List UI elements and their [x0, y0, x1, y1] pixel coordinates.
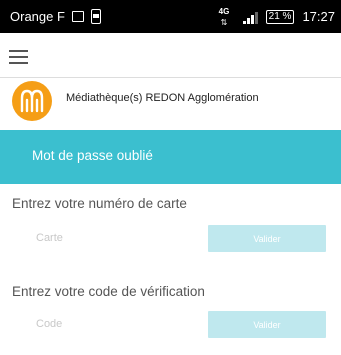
phone-icon: [90, 9, 101, 24]
screenshot-icon: [71, 11, 84, 22]
library-header: Médiathèque(s) REDON Agglomération: [0, 78, 341, 124]
page-title-banner: Mot de passe oublié: [0, 130, 341, 184]
clock: 17:27: [302, 9, 335, 24]
page-title: Mot de passe oublié: [32, 148, 153, 163]
status-bar: Orange F 4G ⇅ 21 % 17:27: [0, 0, 341, 33]
status-right: 4G ⇅ 21 % 17:27: [219, 0, 335, 33]
logo-m-icon: [20, 89, 44, 113]
battery-indicator: 21 %: [265, 9, 295, 24]
validate-code-button[interactable]: Valider: [208, 311, 326, 338]
verification-code-input[interactable]: [36, 318, 186, 330]
network-type: 4G: [218, 6, 230, 16]
verification-code-label: Entrez votre code de vérification: [12, 284, 205, 299]
app-bar: [0, 33, 341, 77]
validate-card-button[interactable]: Valider: [208, 225, 326, 252]
signal-icon: [242, 10, 258, 24]
carrier-label: Orange F: [10, 9, 65, 24]
card-number-input[interactable]: [36, 232, 186, 244]
status-left: Orange F: [10, 0, 101, 33]
library-name: Médiathèque(s) REDON Agglomération: [66, 92, 259, 104]
network-icon: 4G ⇅: [219, 6, 235, 28]
library-logo: [12, 81, 52, 121]
data-arrows-icon: ⇅: [220, 17, 228, 27]
hamburger-menu-icon[interactable]: [9, 50, 28, 64]
card-number-label: Entrez votre numéro de carte: [12, 196, 187, 211]
